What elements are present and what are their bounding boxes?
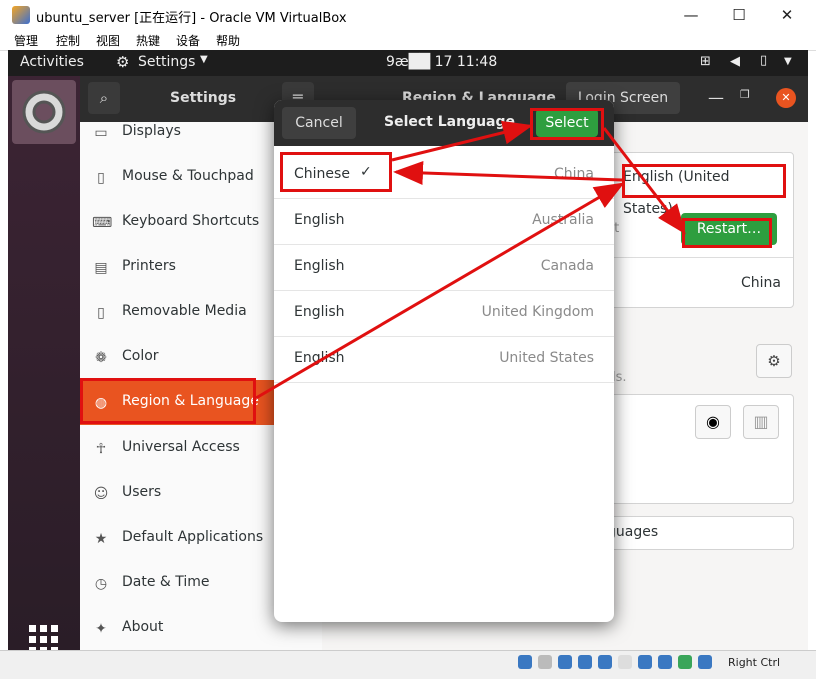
hdd-icon[interactable] [518,655,532,669]
users-icon: ☺ [93,486,109,502]
restart-button[interactable]: Restart… [681,213,777,245]
display-device-icon[interactable] [638,655,652,669]
mouse-icon: ▯ [97,170,105,186]
mouse-integration-icon[interactable] [698,655,712,669]
language-row-english-us[interactable]: English United States [274,336,614,383]
network-icon[interactable]: ⊞ [700,54,711,69]
language-row-english-australia[interactable]: English Australia [274,198,614,245]
window-close-icon[interactable]: ✕ [776,88,796,108]
language-row-english-uk[interactable]: English United Kingdom [274,290,614,337]
maximize-button[interactable]: ☐ [724,4,754,26]
volume-icon[interactable]: ◀ [730,54,740,69]
language-row-chinese-china[interactable]: Chinese ✓ China [274,152,614,199]
host-key-label: Right Ctrl [728,656,781,669]
network-adapter-icon[interactable] [578,655,592,669]
accessibility-icon: ☥ [95,441,107,457]
dialog-header: Cancel Select Language Select [274,100,614,146]
keyboard-icon: ⌨ [92,215,113,231]
window-maximize-icon[interactable]: ❐ [740,88,750,101]
host-titlebar: ubuntu_server [正在运行] - Oracle VM Virtual… [0,0,816,30]
sidebar-title: Settings [170,90,237,106]
dialog-title: Select Language [384,114,516,130]
gear-icon: ⚙ [116,53,130,71]
dock-settings-app[interactable] [12,80,76,144]
trash-icon[interactable]: ▥ [743,405,779,439]
printer-icon: ▤ [94,260,108,276]
select-button[interactable]: Select [536,109,598,137]
language-value[interactable]: English (United States) [623,161,783,217]
menu-control[interactable]: 控制 [56,32,80,49]
menu-help[interactable]: 帮助 [216,32,240,49]
host-menubar: 管理 控制 视图 热键 设备 帮助 [0,30,816,51]
app-menu-button[interactable]: Settings [138,54,195,70]
optical-drive-icon[interactable] [538,655,552,669]
manage-languages-label: guages [607,524,659,540]
audio-icon[interactable] [558,655,572,669]
host-window-title: ubuntu_server [正在运行] - Oracle VM Virtual… [36,11,347,26]
virtualbox-icon [12,6,30,24]
formats-value[interactable]: China [741,275,781,291]
input-settings-gear-icon[interactable]: ⚙ [756,344,792,378]
battery-icon[interactable]: ▯ [760,53,767,68]
language-row-english-canada[interactable]: English Canada [274,244,614,291]
color-icon: ❁ [95,350,107,366]
menu-manage[interactable]: 管理 [14,32,38,49]
eye-icon[interactable]: ◉ [695,405,731,439]
cpu-icon[interactable] [678,655,692,669]
select-language-dialog: Cancel Select Language Select Chinese ✓ … [274,100,614,622]
cancel-button[interactable]: Cancel [282,107,356,139]
vm-screen: Activities ⚙ Settings ▼ 9æ██ 17 11:48 ⊞ … [8,50,808,650]
settings-gear-icon [22,90,66,134]
gnome-topbar: Activities ⚙ Settings ▼ 9æ██ 17 11:48 ⊞ … [8,50,808,76]
shared-folder-icon[interactable] [618,655,632,669]
menu-hotkey[interactable]: 热键 [136,32,160,49]
clock-icon: ◷ [94,576,108,592]
usb-device-icon[interactable] [598,655,612,669]
input-sources-hint: ls. [612,370,627,385]
sparkle-icon: ✦ [95,621,107,637]
globe-icon: ◍ [94,395,108,411]
checkmark-icon: ✓ [360,164,372,180]
display-icon: ▭ [94,125,108,141]
menu-devices[interactable]: 设备 [176,32,200,49]
usb-icon: ▯ [97,305,105,321]
vbox-statusbar: Right Ctrl [0,650,816,679]
menu-view[interactable]: 视图 [96,32,120,49]
star-icon: ★ [94,531,108,547]
system-menu-chevron-icon[interactable]: ▼ [784,56,792,67]
chevron-down-icon: ▼ [200,54,208,65]
clock[interactable]: 9æ██ 17 11:48 [386,54,497,70]
activities-button[interactable]: Activities [20,54,84,70]
minimize-button[interactable]: — [676,4,706,26]
show-apps-grid-icon[interactable] [28,624,60,650]
recording-icon[interactable] [658,655,672,669]
close-button[interactable]: ✕ [772,4,802,26]
window-minimize-icon[interactable]: — [708,88,724,107]
dock [8,76,80,650]
